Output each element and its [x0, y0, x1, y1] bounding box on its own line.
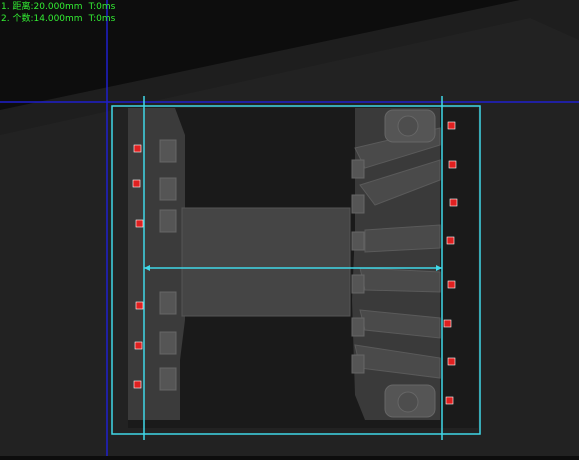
measurement-label: 距离	[12, 2, 31, 12]
measurement-value: 20.000mm	[33, 2, 83, 12]
detection-marker-icon	[447, 280, 456, 289]
detection-marker-icon	[449, 198, 458, 207]
detection-marker-icon	[135, 219, 144, 228]
detection-marker-icon	[132, 179, 141, 188]
inspection-viewer[interactable]: 1. 距离:20.000mm T:0ms 2. 个数:14.000mm T:0ms	[0, 0, 579, 456]
camera-image	[0, 0, 579, 456]
measurement-index: 2.	[1, 14, 10, 24]
die-body	[182, 208, 350, 316]
measurement-readout-2: 2. 个数:14.000mm T:0ms	[1, 14, 116, 24]
detection-marker-icon	[447, 357, 456, 366]
detection-marker-icon	[445, 396, 454, 405]
detection-marker-icon	[443, 319, 452, 328]
detection-marker-icon	[447, 121, 456, 130]
detection-marker-icon	[133, 144, 142, 153]
measurement-index: 1.	[1, 2, 10, 12]
measurement-time: T:0ms	[88, 14, 116, 24]
detection-marker-icon	[133, 380, 142, 389]
measurement-label: 个数	[12, 14, 31, 24]
detection-marker-icon	[134, 341, 143, 350]
measurement-value: 14.000mm	[33, 14, 83, 24]
detection-marker-icon	[446, 236, 455, 245]
measurement-time: T:0ms	[88, 2, 116, 12]
detection-marker-icon	[448, 160, 457, 169]
measurement-readout-1: 1. 距离:20.000mm T:0ms	[1, 2, 116, 12]
detection-marker-icon	[135, 301, 144, 310]
